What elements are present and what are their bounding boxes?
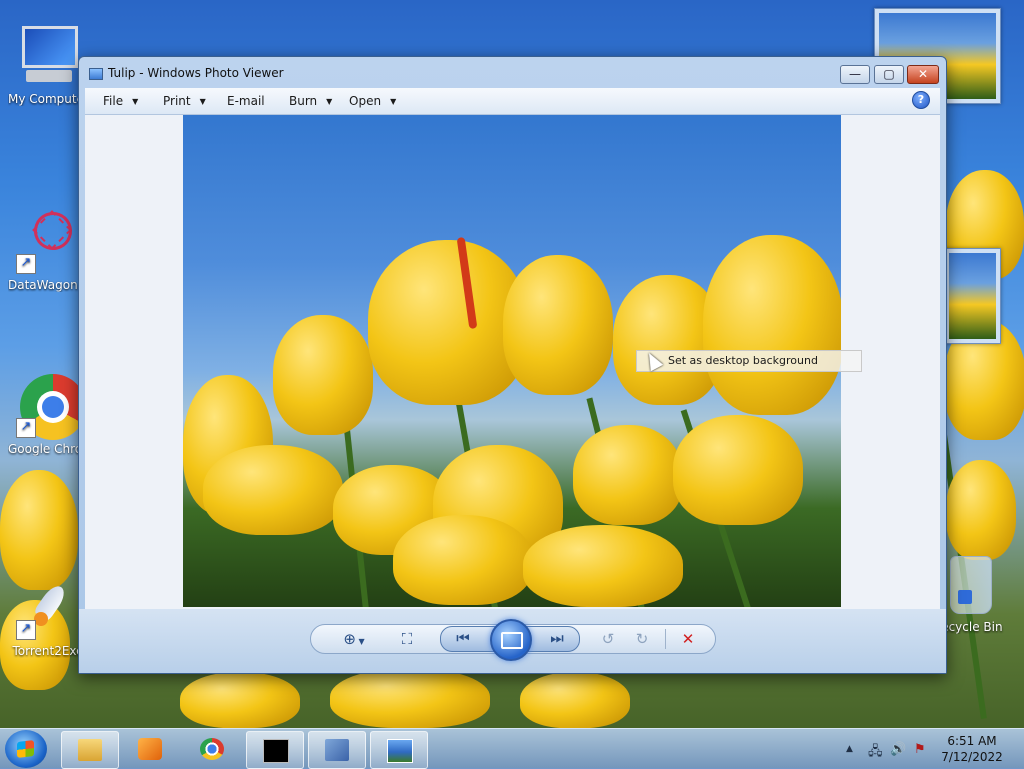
volume-icon[interactable]: 🔊 bbox=[890, 742, 906, 757]
desktop-icon-label: Google Chrome bbox=[8, 442, 88, 456]
minimize-button[interactable]: — bbox=[840, 65, 870, 84]
viewer-controls-bar: ⊕ ▼ ⛶ ⏮ ⏭ ↺ ↻ ✕ bbox=[79, 609, 946, 673]
rocket-icon: ↗ bbox=[16, 574, 80, 640]
delete-icon[interactable]: ✕ bbox=[675, 629, 701, 649]
taskbar-photo-viewer[interactable] bbox=[370, 731, 428, 769]
menu-burn[interactable]: Burn ▼ bbox=[289, 94, 332, 108]
action-center-flag-icon[interactable]: ⚑ bbox=[914, 742, 926, 757]
window-title: Tulip - Windows Photo Viewer bbox=[108, 66, 284, 80]
cmd-icon bbox=[263, 739, 289, 763]
next-icon[interactable]: ⏭ bbox=[545, 628, 569, 648]
close-button[interactable]: ✕ bbox=[907, 65, 939, 84]
photo-viewer-icon bbox=[387, 739, 413, 763]
close-icon: ✕ bbox=[917, 67, 929, 81]
maximize-button[interactable]: ▢ bbox=[874, 65, 904, 84]
zoom-icon[interactable]: ⊕ ▼ bbox=[337, 629, 371, 649]
desktop-icon-my-computer[interactable]: My Computer bbox=[8, 22, 88, 106]
previous-icon[interactable]: ⏮ bbox=[451, 628, 475, 648]
taskbar: ▲ 🖧 🔊 ⚑ 6:51 AM 7/12/2022 bbox=[0, 728, 1024, 769]
shortcut-arrow-icon: ↗ bbox=[16, 418, 36, 438]
menu-print[interactable]: Print ▼ bbox=[163, 94, 206, 108]
photo-viewer-icon bbox=[89, 68, 103, 80]
chrome-icon bbox=[200, 738, 224, 760]
chevron-down-icon: ▼ bbox=[326, 97, 333, 106]
title-bar[interactable]: Tulip - Windows Photo Viewer — ▢ ✕ bbox=[79, 57, 946, 87]
desktop-icon-google-chrome[interactable]: ↗ Google Chrome bbox=[8, 372, 88, 456]
datawagon-icon: ↗ bbox=[16, 206, 80, 274]
network-icon[interactable]: 🖧 bbox=[868, 742, 883, 764]
desktop-icon-label: Torrent2Exe bbox=[12, 644, 84, 658]
toolbar-separator bbox=[665, 629, 666, 649]
chevron-down-icon: ▼ bbox=[390, 97, 397, 106]
computer-icon bbox=[16, 22, 80, 86]
taskbar-explorer[interactable] bbox=[61, 731, 119, 769]
maximize-icon: ▢ bbox=[883, 67, 895, 81]
menu-open[interactable]: Open ▼ bbox=[349, 94, 396, 108]
media-player-icon bbox=[138, 738, 162, 760]
clock-date: 7/12/2022 bbox=[941, 750, 1003, 764]
chevron-down-icon: ▼ bbox=[199, 97, 206, 106]
help-icon[interactable]: ? bbox=[912, 91, 930, 109]
explorer-icon bbox=[78, 739, 102, 761]
taskbar-clock[interactable]: 6:51 AM 7/12/2022 bbox=[934, 733, 1010, 765]
shortcut-arrow-icon: ↗ bbox=[16, 254, 36, 274]
desktop-icon-torrent2exe[interactable]: ↗ Torrent2Exe bbox=[8, 574, 88, 658]
photo-thumbnail-preview[interactable] bbox=[944, 248, 1001, 344]
slideshow-icon bbox=[501, 632, 523, 649]
chrome-icon: ↗ bbox=[16, 372, 86, 440]
start-icon bbox=[17, 740, 34, 758]
controls-pill: ⊕ ▼ ⛶ ⏮ ⏭ ↺ ↻ ✕ bbox=[310, 619, 716, 661]
taskbar-cmd[interactable] bbox=[246, 731, 304, 769]
desktop-icon-label: DataWagon... bbox=[8, 278, 88, 292]
taskbar-chrome[interactable] bbox=[184, 731, 240, 767]
computer-management-icon bbox=[325, 739, 349, 761]
desktop-icon-label: My Computer bbox=[8, 92, 88, 106]
set-desktop-background-tooltip[interactable]: Set as desktop background bbox=[636, 350, 862, 372]
clock-time: 6:51 AM bbox=[947, 734, 997, 748]
menu-email[interactable]: E-mail bbox=[227, 94, 265, 108]
menu-file[interactable]: File ▼ bbox=[103, 94, 138, 108]
shortcut-arrow-icon: ↗ bbox=[16, 620, 36, 640]
chevron-down-icon: ▼ bbox=[132, 97, 139, 106]
rotate-right-icon[interactable]: ↻ bbox=[631, 629, 653, 649]
desktop-icon-datawagon[interactable]: ↗ DataWagon... bbox=[8, 206, 88, 292]
rotate-left-icon[interactable]: ↺ bbox=[597, 629, 619, 649]
minimize-icon: — bbox=[849, 67, 861, 81]
actual-size-icon[interactable]: ⛶ bbox=[395, 629, 419, 649]
show-hidden-icons-icon[interactable]: ▲ bbox=[846, 744, 853, 754]
taskbar-computer-management[interactable] bbox=[308, 731, 366, 769]
taskbar-media-player[interactable] bbox=[122, 731, 178, 767]
start-button[interactable] bbox=[5, 730, 47, 768]
menu-bar: File ▼ Print ▼ E-mail Burn ▼ Open ▼ ? bbox=[85, 88, 940, 115]
slideshow-button[interactable] bbox=[490, 619, 532, 661]
